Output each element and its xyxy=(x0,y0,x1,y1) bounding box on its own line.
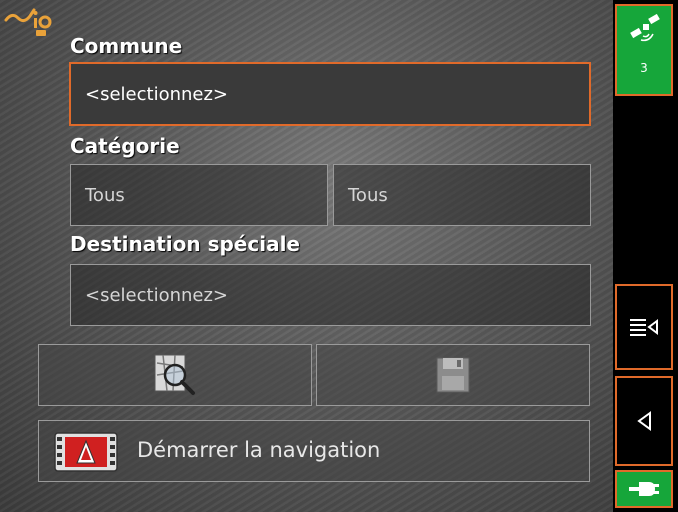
map-search-button[interactable] xyxy=(38,344,312,406)
main-panel: Commune <selectionnez> Catégorie Tous To… xyxy=(0,0,613,512)
categorie-main-value: Tous xyxy=(85,184,125,206)
satellite-icon xyxy=(630,14,660,42)
categorie-sub-select[interactable]: Tous xyxy=(333,164,591,226)
destination-field[interactable]: <selectionnez> xyxy=(70,264,591,326)
back-button[interactable] xyxy=(615,376,673,466)
destination-label: Destination spéciale xyxy=(70,232,300,256)
gps-status-button[interactable]: 3 xyxy=(615,4,673,96)
navigation-film-icon xyxy=(54,432,118,472)
floppy-disk-icon xyxy=(436,357,470,393)
commune-label: Commune xyxy=(70,34,183,58)
commune-field-value: <selectionnez> xyxy=(85,83,228,105)
categorie-sub-value: Tous xyxy=(348,184,388,206)
menu-button[interactable] xyxy=(615,284,673,370)
start-navigation-button[interactable]: Démarrer la navigation xyxy=(38,420,590,482)
back-arrow-icon xyxy=(637,411,651,431)
map-search-icon xyxy=(154,354,195,395)
start-navigation-label: Démarrer la navigation xyxy=(137,438,381,462)
destination-field-value: <selectionnez> xyxy=(85,284,228,306)
save-button[interactable] xyxy=(316,344,590,406)
categorie-label: Catégorie xyxy=(70,134,180,158)
menu-collapse-icon xyxy=(630,319,658,336)
power-plug-icon xyxy=(629,482,659,496)
power-status xyxy=(615,470,673,508)
mio-logo xyxy=(4,8,52,36)
commune-field[interactable]: <selectionnez> xyxy=(69,62,591,126)
satellite-count: 3 xyxy=(640,61,648,75)
categorie-main-select[interactable]: Tous xyxy=(70,164,328,226)
